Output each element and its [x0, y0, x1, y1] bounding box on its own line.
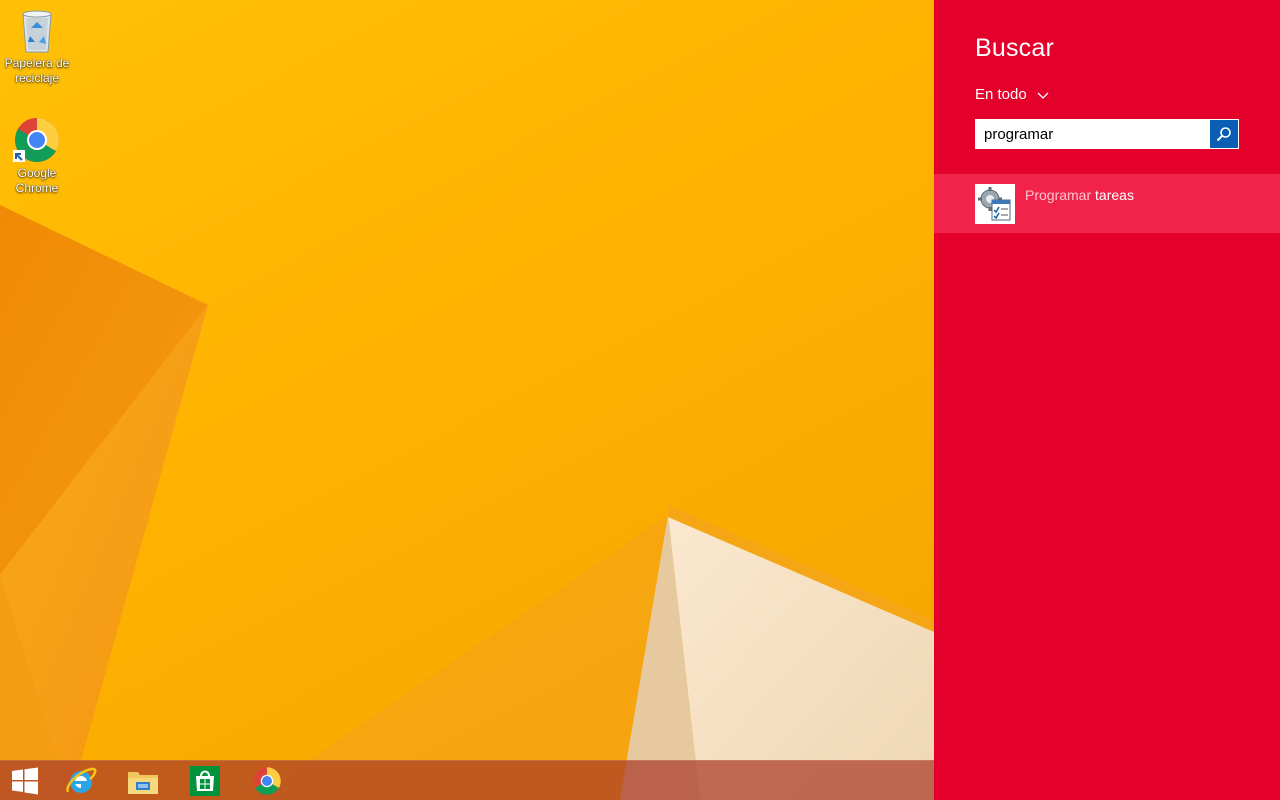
chrome-taskbar-button[interactable]	[240, 761, 294, 800]
chrome-icon	[253, 767, 281, 795]
search-icon	[1216, 127, 1231, 142]
chevron-down-icon	[1037, 92, 1049, 99]
search-box	[975, 119, 1239, 149]
search-result-label: Programar tareas	[1025, 187, 1134, 203]
search-input[interactable]	[975, 119, 1209, 149]
result-icon-frame	[975, 184, 1015, 224]
internet-explorer-button[interactable]	[54, 761, 108, 800]
wallpaper	[0, 0, 934, 800]
file-explorer-icon	[128, 772, 158, 794]
store-button[interactable]	[178, 761, 232, 800]
search-submit-button[interactable]	[1210, 120, 1238, 148]
task-scheduler-icon	[978, 187, 1011, 221]
desktop[interactable]: Papelera de reciclaje Google Chrome	[0, 0, 934, 800]
file-explorer-button[interactable]	[116, 761, 170, 800]
screen: Papelera de reciclaje Google Chrome Busc…	[0, 0, 1280, 800]
search-pane: Buscar En todo programar Programar tarea…	[934, 0, 1280, 800]
recycle-bin-shortcut[interactable]: Papelera de reciclaje	[0, 6, 74, 86]
recycle-bin-label: Papelera de reciclaje	[4, 56, 70, 85]
recycle-bin-icon	[22, 10, 52, 53]
result-match-text: Programar	[1025, 187, 1092, 203]
store-icon	[190, 766, 220, 796]
search-result-item[interactable]: Programar tareas	[934, 174, 1280, 233]
start-icon	[12, 767, 38, 795]
taskbar	[0, 760, 934, 800]
chrome-icon	[13, 118, 59, 162]
start-button[interactable]	[0, 761, 50, 800]
google-chrome-label: Google Chrome	[15, 166, 59, 195]
internet-explorer-icon	[66, 767, 97, 793]
result-rest-text: tareas	[1091, 187, 1134, 203]
search-scope-dropdown[interactable]: En todo	[975, 86, 1049, 103]
google-chrome-shortcut[interactable]: Google Chrome	[0, 116, 74, 196]
search-title: Buscar	[975, 34, 1055, 62]
search-scope-label: En todo	[975, 86, 1027, 103]
